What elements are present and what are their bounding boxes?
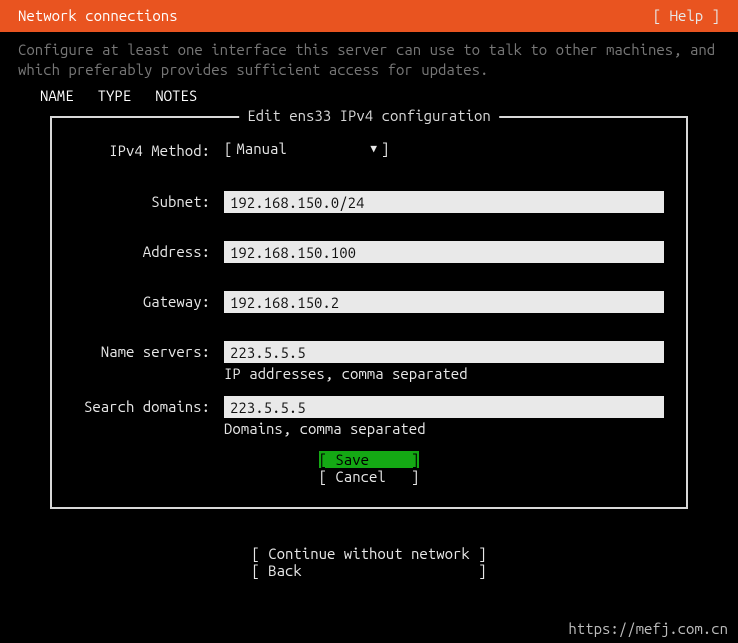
- ipv4-config-dialog: Edit ens33 IPv4 configuration IPv4 Metho…: [50, 116, 688, 509]
- cancel-button[interactable]: [ Cancel ]: [319, 468, 420, 485]
- header-bar: Network connections [ Help ]: [0, 0, 738, 32]
- watermark-text: https://mefj.com.cn: [568, 620, 728, 637]
- address-label: Address:: [74, 241, 224, 260]
- subnet-label: Subnet:: [74, 191, 224, 210]
- column-headers: NAME TYPE NOTES: [0, 83, 738, 108]
- nameservers-hint: IP addresses, comma separated: [224, 365, 664, 382]
- gateway-input[interactable]: [224, 291, 664, 313]
- help-button[interactable]: [ Help ]: [653, 0, 720, 32]
- gateway-label: Gateway:: [74, 291, 224, 310]
- nameservers-label: Name servers:: [74, 341, 224, 360]
- search-hint: Domains, comma separated: [224, 420, 664, 437]
- bracket-close: ]: [381, 140, 389, 157]
- bottom-buttons: [ Continue without network ] [ Back ]: [0, 545, 738, 579]
- dialog-title: Edit ens33 IPv4 configuration: [239, 107, 499, 124]
- continue-without-network-button[interactable]: [ Continue without network ]: [251, 545, 486, 562]
- address-input[interactable]: [224, 241, 664, 263]
- back-button[interactable]: [ Back ]: [251, 562, 486, 579]
- method-label: IPv4 Method:: [74, 140, 224, 159]
- method-value: Manual: [236, 140, 366, 157]
- col-notes: NOTES: [155, 87, 197, 104]
- description-text: Configure at least one interface this se…: [0, 32, 738, 83]
- chevron-down-icon: ▼: [370, 142, 377, 155]
- subnet-input[interactable]: [224, 191, 664, 213]
- bracket-open: [: [224, 140, 232, 157]
- method-dropdown[interactable]: [ Manual ▼ ]: [224, 140, 389, 157]
- search-label: Search domains:: [74, 396, 224, 415]
- col-name: NAME: [40, 87, 74, 104]
- col-type: TYPE: [98, 87, 132, 104]
- save-button[interactable]: [ Save ]: [319, 451, 420, 468]
- header-title: Network connections: [18, 0, 178, 32]
- search-input[interactable]: [224, 396, 664, 418]
- nameservers-input[interactable]: [224, 341, 664, 363]
